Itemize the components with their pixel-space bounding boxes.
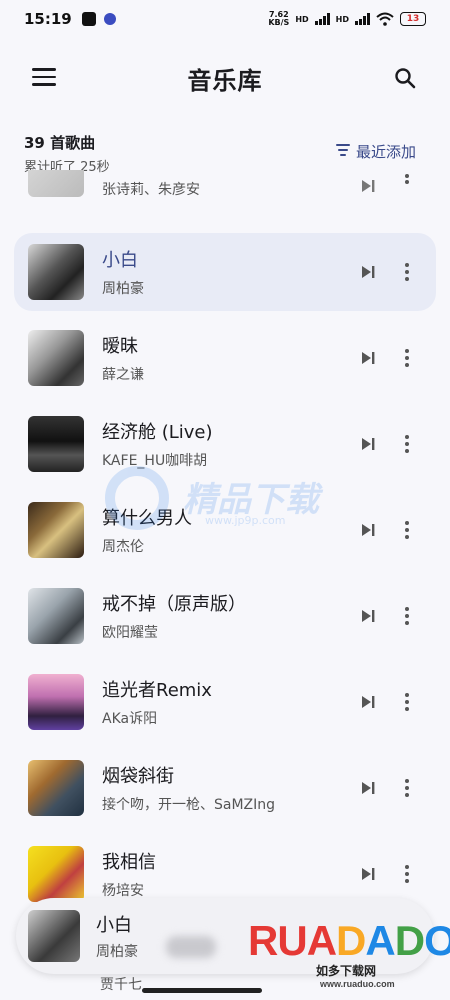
signal-icon-1 <box>314 13 330 25</box>
album-cover <box>28 170 84 197</box>
song-row-5[interactable]: 算什么男人 周杰伦 <box>14 491 436 569</box>
notification-app-icon <box>103 13 116 25</box>
song-row-7[interactable]: 追光者Remix AKa诉阳 <box>14 663 436 741</box>
song-row-1[interactable]: 张诗莉、朱彦安 <box>14 170 436 208</box>
album-cover <box>28 846 84 902</box>
play-next-icon[interactable] <box>360 694 376 710</box>
song-artist: 张诗莉、朱彦安 <box>102 182 200 198</box>
mini-player-artist: 周柏豪 <box>96 944 138 960</box>
album-cover <box>28 502 84 558</box>
search-icon[interactable] <box>394 67 416 89</box>
home-indicator[interactable] <box>142 988 262 993</box>
corner-watermark-logo: RUADADO 如多下载网 www.ruaduo.com <box>248 917 450 998</box>
status-app-icons <box>81 12 116 26</box>
hd-badge-1: HD <box>295 14 309 24</box>
more-options-icon[interactable] <box>404 263 410 281</box>
song-title: 算什么男人 <box>102 508 192 529</box>
net-speed: 7.62 KB/S <box>268 10 290 27</box>
hd-badge-2: HD <box>335 14 349 24</box>
more-options-icon[interactable] <box>404 349 410 367</box>
play-next-icon[interactable] <box>360 866 376 882</box>
song-row-6[interactable]: 戒不掉（原声版） 欧阳耀莹 <box>14 577 436 655</box>
app-bar: 音乐库 <box>0 50 450 106</box>
more-options-icon[interactable] <box>404 521 410 539</box>
album-cover <box>28 416 84 472</box>
album-cover <box>28 244 84 300</box>
song-count: 39 首歌曲 <box>24 134 96 152</box>
more-options-icon[interactable] <box>404 779 410 797</box>
more-options-icon[interactable] <box>404 607 410 625</box>
song-artist: KAFE_HU咖啡胡 <box>102 453 208 469</box>
status-time: 15:19 <box>24 10 72 28</box>
song-title: 经济舱 (Live) <box>102 422 213 443</box>
more-options-icon[interactable] <box>404 693 410 711</box>
library-summary: 39 首歌曲 累计听了 25秒 <box>24 132 110 175</box>
play-next-icon[interactable] <box>360 350 376 366</box>
status-bar: 15:19 7.62 KB/S HD HD 13 <box>0 0 450 38</box>
song-title: 我相信 <box>102 852 156 873</box>
mini-player-title: 小白 <box>96 915 132 936</box>
wifi-icon <box>376 12 394 26</box>
hamburger-menu-icon[interactable] <box>32 68 56 88</box>
play-next-icon[interactable] <box>360 178 376 194</box>
song-title: 暧昧 <box>102 336 138 357</box>
play-next-icon[interactable] <box>360 264 376 280</box>
page-title: 音乐库 <box>187 66 263 95</box>
song-artist: 周杰伦 <box>102 539 144 555</box>
song-row-2[interactable]: 小白 周柏豪 <box>14 233 436 311</box>
play-next-icon[interactable] <box>360 780 376 796</box>
battery-icon: 13 <box>400 12 426 26</box>
tiktok-icon <box>81 12 96 26</box>
sort-filter-icon <box>335 144 350 158</box>
behind-artist: 贾千七 <box>100 977 142 992</box>
song-row-3[interactable]: 暧昧 薛之谦 <box>14 319 436 397</box>
album-cover <box>28 760 84 816</box>
song-row-4[interactable]: 经济舱 (Live) KAFE_HU咖啡胡 <box>14 405 436 483</box>
watermark-url-small: www.ruaduo.com <box>320 979 395 989</box>
signal-icon-2 <box>355 13 370 25</box>
song-title: 追光者Remix <box>102 680 212 701</box>
sort-label: 最近添加 <box>355 143 416 161</box>
sort-button[interactable]: 最近添加 <box>335 141 416 162</box>
song-title: 烟袋斜街 <box>102 766 174 787</box>
song-title: 小白 <box>102 250 138 271</box>
more-options-icon[interactable] <box>404 435 410 453</box>
song-list[interactable]: 张诗莉、朱彦安 小白 周柏豪 暧昧 薛之谦 经济舱 (Live) KAFE_HU… <box>0 170 450 1000</box>
mini-player-cover <box>28 910 80 962</box>
song-row-8[interactable]: 烟袋斜街 接个吻，开一枪、SaMZIng <box>14 749 436 827</box>
play-next-icon[interactable] <box>360 436 376 452</box>
status-indicators: 7.62 KB/S HD HD 13 <box>268 11 426 27</box>
song-title: 戒不掉（原声版） <box>102 594 246 615</box>
song-artist: 欧阳耀莹 <box>102 625 158 641</box>
watermark-sub: 如多下载网 <box>316 964 377 978</box>
song-artist: 杨培安 <box>102 883 144 899</box>
album-cover <box>28 588 84 644</box>
blurred-region <box>166 936 216 958</box>
play-next-icon[interactable] <box>360 608 376 624</box>
song-artist: 周柏豪 <box>102 281 144 297</box>
play-next-icon[interactable] <box>360 522 376 538</box>
album-cover <box>28 330 84 386</box>
more-options-icon[interactable] <box>404 865 410 883</box>
song-artist: 薛之谦 <box>102 367 144 383</box>
song-artist: 接个吻，开一枪、SaMZIng <box>102 797 276 813</box>
watermark-logo-text: RUADADO <box>248 917 450 964</box>
more-options-icon[interactable] <box>404 174 410 184</box>
album-cover <box>28 674 84 730</box>
song-artist: AKa诉阳 <box>102 711 158 727</box>
